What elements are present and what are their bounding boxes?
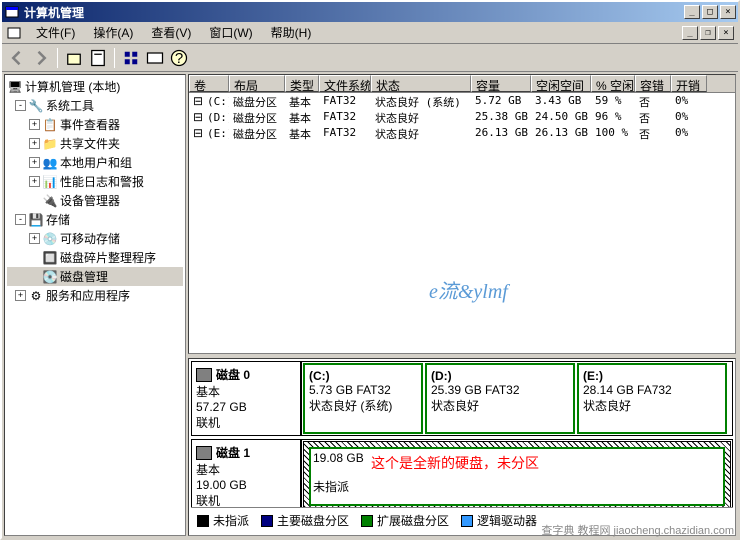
table-row[interactable]: ⊟(D:)磁盘分区基本FAT32状态良好25.38 GB24.50 GB96 %…	[189, 109, 735, 125]
partition-box[interactable]: (D:)25.39 GB FAT32状态良好	[425, 363, 575, 434]
menu-view[interactable]: 查看(V)	[143, 22, 199, 43]
col-status[interactable]: 状态	[371, 75, 471, 92]
tree-devmgr[interactable]: 🔌设备管理器	[7, 191, 183, 210]
col-overhead[interactable]: 开销	[671, 75, 707, 92]
tree-perflogs[interactable]: +📊性能日志和警报	[7, 172, 183, 191]
list-header: 卷 布局 类型 文件系统 状态 容量 空闲空间 % 空闲 容错 开销	[189, 75, 735, 93]
toolbar: ?	[2, 44, 738, 72]
maximize-button[interactable]: □	[702, 5, 718, 19]
col-capacity[interactable]: 容量	[471, 75, 531, 92]
window-title: 计算机管理	[24, 4, 684, 21]
computer-icon: 🖥	[7, 79, 23, 95]
expand-icon[interactable]: +	[29, 157, 40, 168]
disk-header[interactable]: 磁盘 1基本19.00 GB联机	[191, 439, 301, 507]
tree-storage[interactable]: -💾存储	[7, 210, 183, 229]
legend-swatch	[197, 515, 209, 527]
col-fault[interactable]: 容错	[635, 75, 671, 92]
perf-icon: 📊	[42, 174, 58, 190]
tools-icon: 🔧	[28, 98, 44, 114]
storage-icon: 💾	[28, 212, 44, 228]
mdi-close-button[interactable]: ×	[718, 26, 734, 40]
col-filesystem[interactable]: 文件系统	[319, 75, 371, 92]
legend-swatch	[361, 515, 373, 527]
col-volume[interactable]: 卷	[189, 75, 229, 92]
folder-icon: 📁	[42, 136, 58, 152]
tree-root[interactable]: 🖥计算机管理 (本地)	[7, 77, 183, 96]
menu-window[interactable]: 窗口(W)	[201, 22, 260, 43]
svg-text:?: ?	[175, 50, 183, 67]
mdi-restore-button[interactable]: ❐	[700, 26, 716, 40]
collapse-icon[interactable]: -	[15, 214, 26, 225]
col-layout[interactable]: 布局	[229, 75, 285, 92]
disk-icon	[196, 368, 212, 382]
event-icon: 📋	[42, 117, 58, 133]
menu-icon	[6, 25, 22, 41]
help-button[interactable]: ?	[168, 47, 190, 69]
tree-defrag[interactable]: 🔲磁盘碎片整理程序	[7, 248, 183, 267]
expand-icon[interactable]: +	[15, 290, 26, 301]
col-type[interactable]: 类型	[285, 75, 319, 92]
legend-item: 逻辑驱动器	[461, 512, 537, 529]
tree-eventviewer[interactable]: +📋事件查看器	[7, 115, 183, 134]
tree-panel[interactable]: 🖥计算机管理 (本地) -🔧系统工具 +📋事件查看器 +📁共享文件夹 +👥本地用…	[4, 74, 186, 536]
disk-header[interactable]: 磁盘 0基本57.27 GB联机	[191, 361, 301, 436]
menu-action[interactable]: 操作(A)	[85, 22, 141, 43]
tree-diskmgmt[interactable]: 💽磁盘管理	[7, 267, 183, 286]
table-row[interactable]: ⊟(E:)磁盘分区基本FAT32状态良好26.13 GB26.13 GB100 …	[189, 125, 735, 141]
expand-icon[interactable]: +	[29, 233, 40, 244]
col-free[interactable]: 空闲空间	[531, 75, 591, 92]
tree-shared[interactable]: +📁共享文件夹	[7, 134, 183, 153]
legend-item: 扩展磁盘分区	[361, 512, 449, 529]
settings-button[interactable]	[144, 47, 166, 69]
expand-icon[interactable]: +	[29, 138, 40, 149]
collapse-icon[interactable]: -	[15, 100, 26, 111]
disk-graphic-panel: 磁盘 0基本57.27 GB联机(C:)5.73 GB FAT32状态良好 (系…	[188, 358, 736, 536]
close-button[interactable]: ×	[720, 5, 736, 19]
back-button[interactable]	[6, 47, 28, 69]
titlebar: 计算机管理 _ □ ×	[2, 2, 738, 22]
properties-button[interactable]	[87, 47, 109, 69]
table-row[interactable]: ⊟(C:)磁盘分区基本FAT32状态良好 (系统)5.72 GB3.43 GB5…	[189, 93, 735, 109]
partition-box[interactable]: (C:)5.73 GB FAT32状态良好 (系统)	[303, 363, 423, 434]
tree-users[interactable]: +👥本地用户和组	[7, 153, 183, 172]
services-icon: ⚙	[28, 288, 44, 304]
tree-services[interactable]: +⚙服务和应用程序	[7, 286, 183, 305]
removable-icon: 💿	[42, 231, 58, 247]
defrag-icon: 🔲	[42, 250, 58, 266]
minimize-button[interactable]: _	[684, 5, 700, 19]
disk-icon	[196, 446, 212, 460]
volume-list[interactable]: 卷 布局 类型 文件系统 状态 容量 空闲空间 % 空闲 容错 开销 ⊟(C:)…	[188, 74, 736, 354]
menubar: 文件(F) 操作(A) 查看(V) 窗口(W) 帮助(H) _ ❐ ×	[2, 22, 738, 44]
disk-row: 磁盘 0基本57.27 GB联机(C:)5.73 GB FAT32状态良好 (系…	[191, 361, 733, 436]
expand-icon[interactable]: +	[29, 176, 40, 187]
expand-icon[interactable]: +	[29, 119, 40, 130]
forward-button[interactable]	[30, 47, 52, 69]
legend-swatch	[261, 515, 273, 527]
disk-icon: 💽	[42, 269, 58, 285]
legend-swatch	[461, 515, 473, 527]
tree-systools[interactable]: -🔧系统工具	[7, 96, 183, 115]
menu-help[interactable]: 帮助(H)	[263, 22, 320, 43]
tree-removable[interactable]: +💿可移动存储	[7, 229, 183, 248]
mdi-minimize-button[interactable]: _	[682, 26, 698, 40]
menu-file[interactable]: 文件(F)	[28, 22, 83, 43]
unallocated-box[interactable]: 这个是全新的硬盘，未分区19.08 GB未指派	[303, 441, 731, 507]
refresh-button[interactable]	[120, 47, 142, 69]
annotation-text: 这个是全新的硬盘，未分区	[371, 453, 539, 473]
legend-item: 主要磁盘分区	[261, 512, 349, 529]
disk-row: 磁盘 1基本19.00 GB联机这个是全新的硬盘，未分区19.08 GB未指派	[191, 439, 733, 507]
up-button[interactable]	[63, 47, 85, 69]
col-pctfree[interactable]: % 空闲	[591, 75, 635, 92]
partition-box[interactable]: (E:)28.14 GB FA732状态良好	[577, 363, 727, 434]
app-icon	[4, 4, 20, 20]
legend-item: 未指派	[197, 512, 249, 529]
device-icon: 🔌	[42, 193, 58, 209]
watermark: e流&ylmf	[429, 275, 508, 304]
users-icon: 👥	[42, 155, 58, 171]
footer-credit: 查字典 教程网 jiaocheng.chazidian.com	[541, 522, 734, 538]
